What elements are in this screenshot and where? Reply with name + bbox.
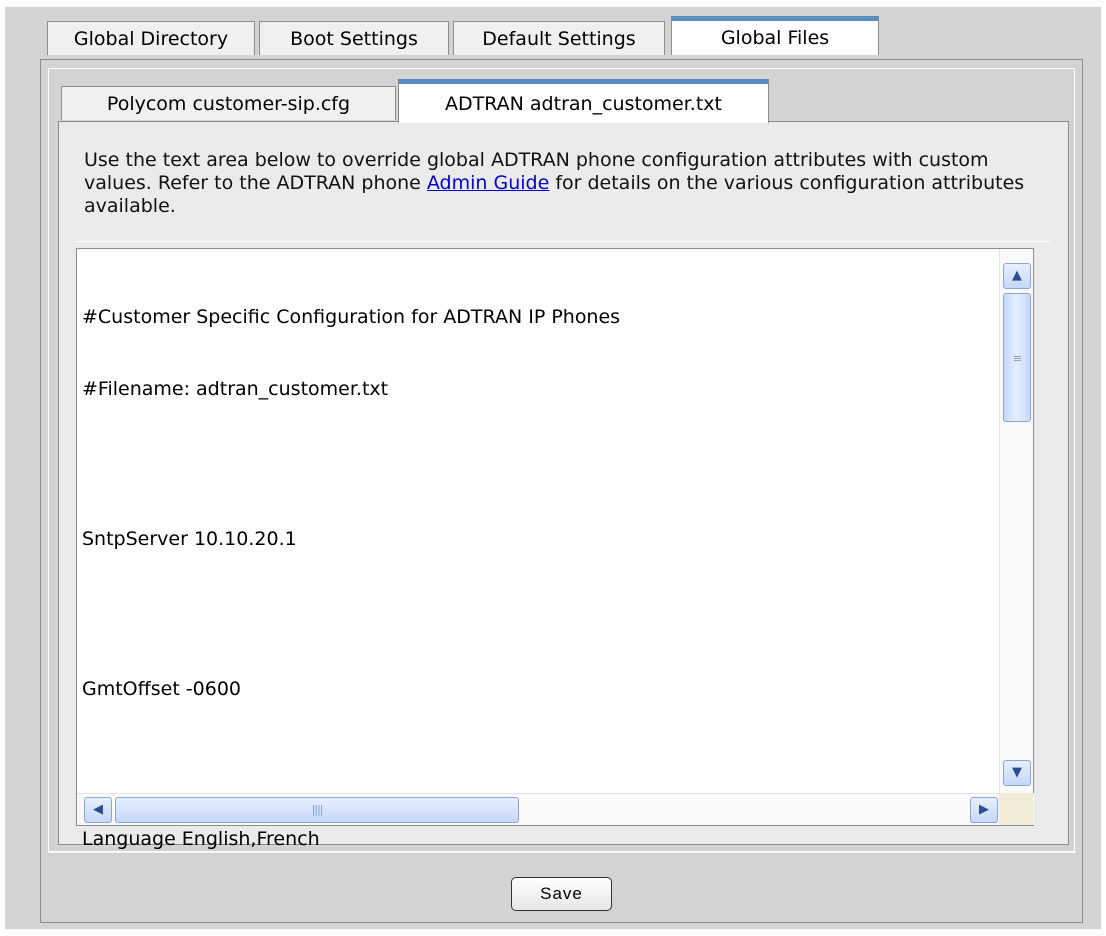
- divider: [76, 241, 1050, 242]
- tab-label: Default Settings: [482, 27, 636, 50]
- textarea-line: [82, 599, 620, 629]
- tab-polycom-customer-sip[interactable]: Polycom customer-sip.cfg: [61, 86, 396, 120]
- chevron-right-icon[interactable]: ▶: [970, 797, 998, 823]
- horizontal-scroll-thumb[interactable]: ||||: [115, 797, 519, 823]
- chevron-up-icon[interactable]: ▲: [1003, 263, 1031, 289]
- save-button[interactable]: Save: [511, 877, 612, 911]
- admin-guide-link[interactable]: Admin Guide: [427, 172, 549, 194]
- vertical-scroll-thumb[interactable]: ≡: [1003, 293, 1031, 422]
- textarea-line: #Customer Specific Configuration for ADT…: [82, 306, 621, 328]
- tab-adtran-customer[interactable]: ADTRAN adtran_customer.txt: [398, 79, 769, 123]
- textarea-line: GmtOffset -0600: [82, 678, 242, 700]
- tab-global-files[interactable]: Global Files: [671, 16, 879, 55]
- tab-label: Global Files: [720, 27, 830, 49]
- vertical-scrollbar[interactable]: ▲ ≡ ▼: [999, 249, 1033, 794]
- textarea-line: #Filename: adtran_customer.txt: [82, 378, 389, 400]
- textarea-line: Language English,French: [82, 828, 320, 850]
- config-textarea[interactable]: #Customer Specific Configuration for ADT…: [76, 248, 1034, 850]
- tab-boot-settings[interactable]: Boot Settings: [259, 21, 449, 55]
- tab-default-settings[interactable]: Default Settings: [453, 21, 665, 55]
- textarea-line: [82, 449, 620, 479]
- textarea-line: [82, 749, 620, 779]
- description-text: Use the text area below to override glob…: [76, 140, 1050, 232]
- textarea-line: SntpServer 10.10.20.1: [82, 528, 297, 550]
- divider: [48, 852, 1076, 853]
- tab-label: Boot Settings: [290, 27, 418, 50]
- horizontal-scrollbar[interactable]: ◀ |||| ▶: [77, 793, 1034, 825]
- tab-label: Global Directory: [73, 27, 229, 50]
- scrollbar-corner: [999, 793, 1033, 825]
- tab-global-directory[interactable]: Global Directory: [47, 21, 255, 55]
- chevron-down-icon[interactable]: ▼: [1003, 760, 1031, 786]
- chevron-left-icon[interactable]: ◀: [84, 797, 112, 823]
- tab-label: ADTRAN adtran_customer.txt: [445, 92, 722, 115]
- tab-label: Polycom customer-sip.cfg: [106, 92, 351, 115]
